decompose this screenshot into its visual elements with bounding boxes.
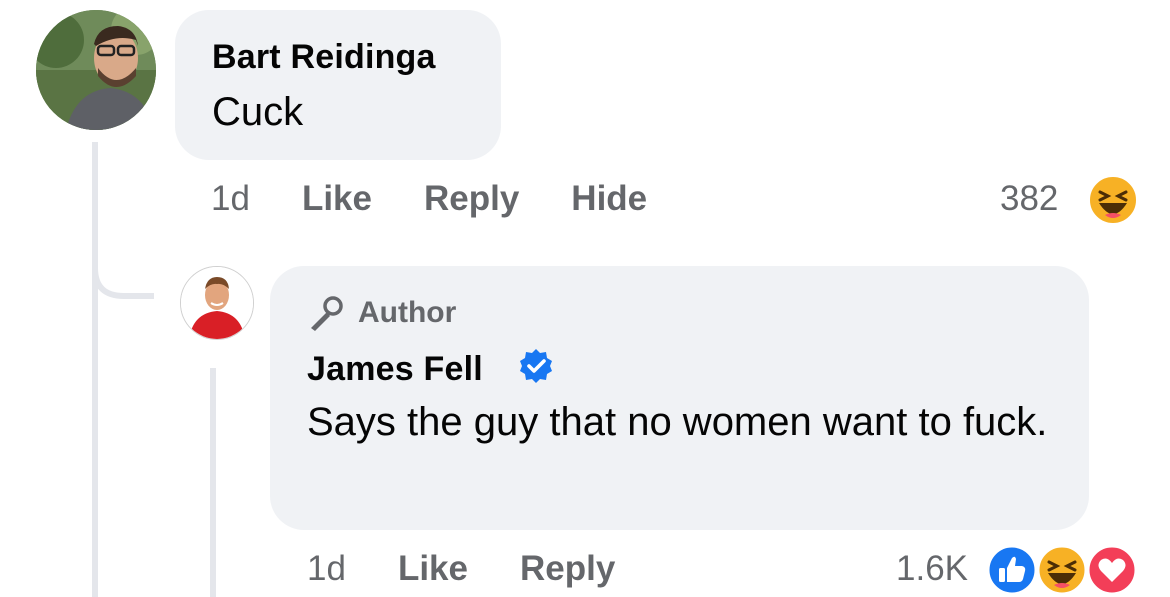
love-icon <box>1086 544 1138 596</box>
reaction-count: 1.6K <box>896 549 968 588</box>
comment-author-name[interactable]: Bart Reidinga <box>212 38 436 77</box>
thread-branch-curve <box>92 250 154 299</box>
avatar-james-fell[interactable] <box>180 266 254 340</box>
comment-actions-2: 1d Like Reply <box>307 546 615 592</box>
reply-button[interactable]: Reply <box>520 549 615 589</box>
comment-text: Cuck <box>212 90 304 134</box>
comment-bubble-1: Bart Reidinga Cuck <box>175 10 501 160</box>
like-button[interactable]: Like <box>302 179 372 219</box>
reaction-count: 382 <box>1000 179 1059 218</box>
reply-button[interactable]: Reply <box>424 179 519 219</box>
author-badge-label: Author <box>358 296 457 329</box>
comment-text: Says the guy that no women want to fuck. <box>307 400 1048 444</box>
comment-actions-1: 1d Like Reply Hide <box>211 176 647 222</box>
reaction-summary-1[interactable]: 382 <box>1000 175 1058 223</box>
like-button[interactable]: Like <box>398 549 468 589</box>
haha-icon <box>1036 544 1088 596</box>
hide-button[interactable]: Hide <box>571 179 647 219</box>
thread-line-reply <box>210 368 216 597</box>
verified-badge-icon <box>520 349 552 383</box>
reaction-summary-2[interactable]: 1.6K <box>896 545 968 593</box>
avatar-photo <box>36 10 156 130</box>
like-icon <box>986 544 1038 596</box>
thread-line-main <box>92 142 98 597</box>
haha-icon <box>1088 175 1138 225</box>
avatar-bart-reidinga[interactable] <box>36 10 156 130</box>
microphone-icon <box>311 296 343 331</box>
comment-timestamp[interactable]: 1d <box>211 179 250 219</box>
comment-author-name[interactable]: James Fell <box>307 350 483 389</box>
avatar-photo <box>181 267 253 339</box>
comment-timestamp[interactable]: 1d <box>307 549 346 589</box>
comment-bubble-2: Author James Fell Says the guy that no w… <box>270 266 1089 530</box>
